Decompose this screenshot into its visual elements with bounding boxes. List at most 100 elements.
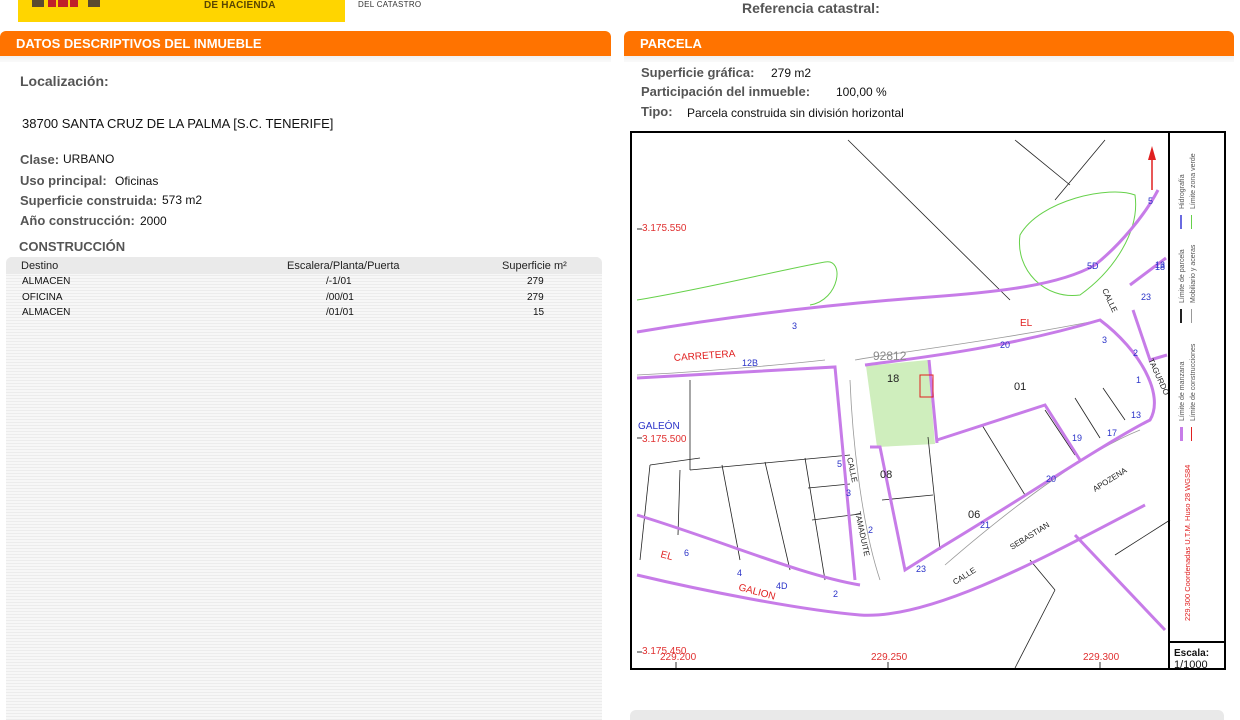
footer-panel [630,710,1224,720]
cell-escalera: /01/01 [326,307,354,318]
coat-of-arms-icon [32,0,102,8]
y-coordinate: 3.175.550 [642,223,687,234]
cell-destino: ALMACEN [22,276,71,287]
anio-label: Año construcción: [20,213,135,228]
scale-label: Escala: [1174,648,1210,659]
house-number: 3 [792,321,797,331]
legend-item: Mobiliario y aceras [1190,244,1197,303]
superficie-label: Superficie construida: [20,193,158,208]
map-drawing: 3.175.550 3.175.500 3.175.450 229.200 22… [636,139,1171,668]
y-coordinate: 3.175.500 [642,434,687,445]
house-number: 5 [837,459,842,469]
house-number: 20 [1000,340,1010,350]
legend-drawing: 229.300 Coordenadas U.T.M. Huso 28 WGS84… [1179,153,1197,621]
catastro-name: DEL CATASTRO [358,0,422,9]
house-number: 19 [1072,433,1082,443]
house-number: 21 [980,520,990,530]
house-number: 23 [1141,292,1151,302]
legend-item: Límite de construcciones [1190,343,1197,421]
x-coordinate: 229.250 [871,652,908,663]
coordinates-note: 229.300 Coordenadas U.T.M. Huso 28 WGS84 [1183,465,1192,621]
north-arrow-icon [1148,146,1156,190]
street-label: EL [659,549,674,563]
cell-destino: ALMACEN [22,307,71,318]
construccion-title: CONSTRUCCIÓN [19,239,126,254]
house-number: 4 [737,568,742,578]
cell-superficie: 279 [527,292,544,303]
col-destino: Destino [21,260,59,272]
sup-grafica-value: 279 m2 [771,66,812,80]
col-escalera: Escalera/Planta/Puerta [287,260,400,272]
house-number: 6 [684,548,689,558]
subject-parcel-fill [866,360,935,447]
parcel-number: 08 [880,469,892,481]
street-label: CALLE [845,457,859,484]
street-label: CARRETERA [673,349,736,364]
house-number: 13 [1131,410,1141,420]
uso-label: Uso principal: [20,173,107,188]
map-legend: 229.300 Coordenadas U.T.M. Huso 28 WGS84… [1168,131,1226,642]
house-number: 1 [1136,375,1141,385]
cadastral-map[interactable]: 3.175.550 3.175.500 3.175.450 229.200 22… [630,131,1226,670]
table-header: Destino Escalera/Planta/Puerta Superfici… [6,257,602,274]
house-number: 12B [742,358,758,368]
tipo-label: Tipo: [641,104,673,119]
legend-item: Límite zona verde [1190,153,1197,209]
block-number: 92812 [873,349,907,363]
parcela-header: PARCELA [624,31,1234,62]
house-number: 20 [1046,474,1056,484]
parcel-number: 06 [968,509,980,521]
uso-value: Oficinas [115,174,159,188]
x-coordinate: 229.300 [1083,652,1120,663]
legend-item: Límite de parcela [1179,249,1186,303]
house-number: 2 [833,589,838,599]
descriptive-data-header: DATOS DESCRIPTIVOS DEL INMUEBLE [0,31,611,62]
house-number: 13 [1155,260,1165,270]
cell-escalera: /-1/01 [326,276,352,287]
green-zone-line [636,261,838,306]
house-number: 5 [1148,196,1153,206]
parcel-number: 01 [1014,381,1026,393]
street-label: CALLE [1100,287,1119,314]
ministry-logo: DE HACIENDA [18,0,345,22]
parcel-number: 18 [887,373,899,385]
location-label: Localización: [20,73,109,89]
house-number: 23 [916,564,926,574]
street-label: SEBASTIAN [1008,520,1051,552]
coordinate-ticks [637,228,1101,668]
house-number: 2 [868,525,873,535]
tipo-value: Parcela construida sin división horizont… [687,106,904,120]
section-title: PARCELA [640,36,702,51]
participacion-value: 100,00 % [836,85,887,99]
cell-superficie: 15 [533,307,545,318]
house-number: 3 [1102,335,1107,345]
reference-label: Referencia catastral: [742,0,880,16]
house-number: 2 [1133,348,1138,358]
participacion-label: Participación del inmueble: [641,84,811,99]
cell-destino: OFICINA [22,292,63,303]
house-number: 3 [846,488,851,498]
location-address: 38700 SANTA CRUZ DE LA PALMA [S.C. TENER… [22,116,334,131]
superficie-value: 573 m2 [162,193,203,207]
anio-value: 2000 [140,214,167,228]
street-label: APOZENA [1091,465,1129,493]
house-number: 5D [1087,261,1099,271]
legend-item: Límite de manzana [1179,361,1186,421]
x-coordinate: 229.200 [660,652,697,663]
clase-label: Clase: [20,152,60,167]
cell-superficie: 279 [527,276,544,287]
scale-value: 1/1000 [1174,659,1208,671]
scale-box: Escala: 1/1000 [1168,641,1226,671]
cell-escalera: /00/01 [326,292,354,303]
legend-item: Hidrografía [1179,174,1186,209]
house-number: 4D [776,581,788,591]
col-superficie: Superficie m² [502,260,567,272]
sup-grafica-label: Superficie gráfica: [641,65,755,80]
street-label: CALLE [951,566,977,587]
construction-table: Destino Escalera/Planta/Puerta Superfici… [6,257,602,720]
section-title: DATOS DESCRIPTIVOS DEL INMUEBLE [16,36,262,51]
ministry-name: DE HACIENDA [204,0,276,11]
street-label: GALEÓN [638,419,680,432]
clase-value: URBANO [63,152,115,166]
street-label: EL [1020,318,1033,329]
